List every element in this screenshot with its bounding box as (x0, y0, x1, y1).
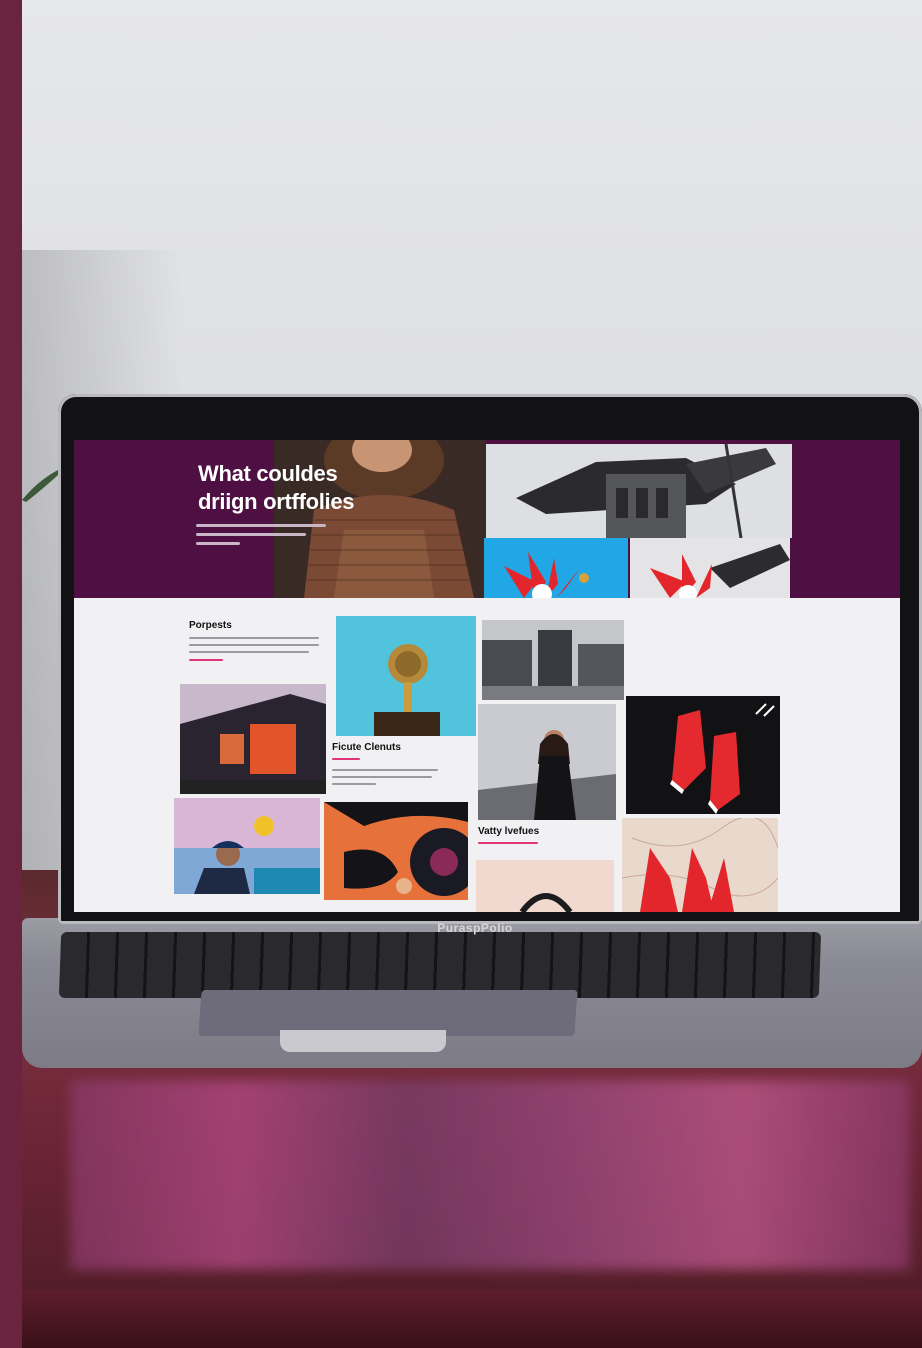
hero-title-line-1: What couldes (198, 461, 338, 486)
gallery-graffiti-image (180, 684, 326, 794)
hero-red-flower-image (484, 538, 628, 598)
gallery-city-street-image (482, 620, 624, 700)
gallery-sneakers-map-image (622, 818, 778, 912)
hero-text-line (196, 542, 240, 545)
hero-text-line (196, 524, 326, 527)
card-1-text-line (332, 783, 376, 785)
hero-banner: What couldes driign ortffolies (74, 440, 900, 598)
laptop-brand-label: PuraspPolio (437, 921, 513, 935)
projects-text-line (189, 651, 309, 653)
gallery-sneakers-image (626, 696, 780, 814)
hero-text-line (196, 533, 306, 536)
card-1-text-line (332, 776, 432, 778)
laptop-screen: What couldes driign ortffolies Porpests (74, 440, 900, 912)
card-heading-1: Ficute Clenuts (332, 742, 401, 753)
laptop-keyboard (58, 932, 822, 998)
card-2-link-line (478, 842, 538, 844)
hero-building-image (486, 444, 792, 538)
gallery-woman-image (478, 704, 616, 820)
projects-link-line (189, 659, 223, 661)
side-band (0, 0, 22, 1348)
card-heading-2: Vatty lvefues (478, 826, 540, 837)
hero-title-line-2: driign ortffolies (198, 489, 355, 514)
hero-red-flower-gray-image (630, 538, 790, 598)
desk-reflection (70, 1080, 910, 1270)
projects-text-line (189, 637, 319, 639)
desk-edge (22, 1290, 922, 1348)
gallery-typography-image (324, 802, 468, 900)
hero-title: What couldes driign ortffolies (198, 460, 418, 516)
gallery-beach-man-image (174, 798, 320, 894)
gallery-headphones-image (476, 860, 614, 912)
card-1-text-line (332, 769, 438, 771)
card-1-link-line (332, 758, 360, 760)
laptop-hinge-notch (280, 1030, 446, 1052)
gallery-trophy-image (336, 616, 476, 736)
projects-heading: Porpests (189, 620, 232, 631)
projects-text-line (189, 644, 319, 646)
